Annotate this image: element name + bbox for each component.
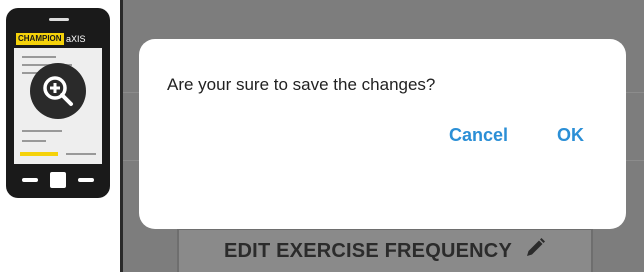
champion-logo: CHAMPION bbox=[16, 33, 64, 45]
preview-line bbox=[22, 130, 62, 132]
phone-menu-button bbox=[78, 178, 94, 182]
ok-button[interactable]: OK bbox=[557, 125, 584, 146]
preview-line bbox=[66, 153, 96, 155]
phone-preview-thumbnail[interactable]: CHAMPION aXIS bbox=[6, 8, 110, 198]
preview-yellow-button bbox=[20, 152, 58, 156]
confirm-save-dialog: Are your sure to save the changes? Cance… bbox=[139, 39, 626, 229]
preview-line bbox=[22, 56, 56, 58]
phone-brand-bar: CHAMPION aXIS bbox=[14, 30, 102, 48]
phone-back-button bbox=[22, 178, 38, 182]
edit-exercise-frequency-button[interactable]: EDIT EXERCISE FREQUENCY bbox=[177, 228, 593, 272]
pencil-icon bbox=[524, 237, 546, 265]
axis-logo: aXIS bbox=[66, 34, 86, 44]
zoom-in-icon bbox=[43, 76, 73, 106]
cancel-button[interactable]: Cancel bbox=[449, 125, 508, 146]
edit-exercise-frequency-label: EDIT EXERCISE FREQUENCY bbox=[224, 239, 512, 262]
zoom-button[interactable] bbox=[30, 63, 86, 119]
phone-speaker bbox=[49, 18, 69, 21]
phone-home-button bbox=[50, 172, 66, 188]
dialog-message: Are your sure to save the changes? bbox=[167, 75, 436, 94]
preview-line bbox=[22, 140, 46, 142]
